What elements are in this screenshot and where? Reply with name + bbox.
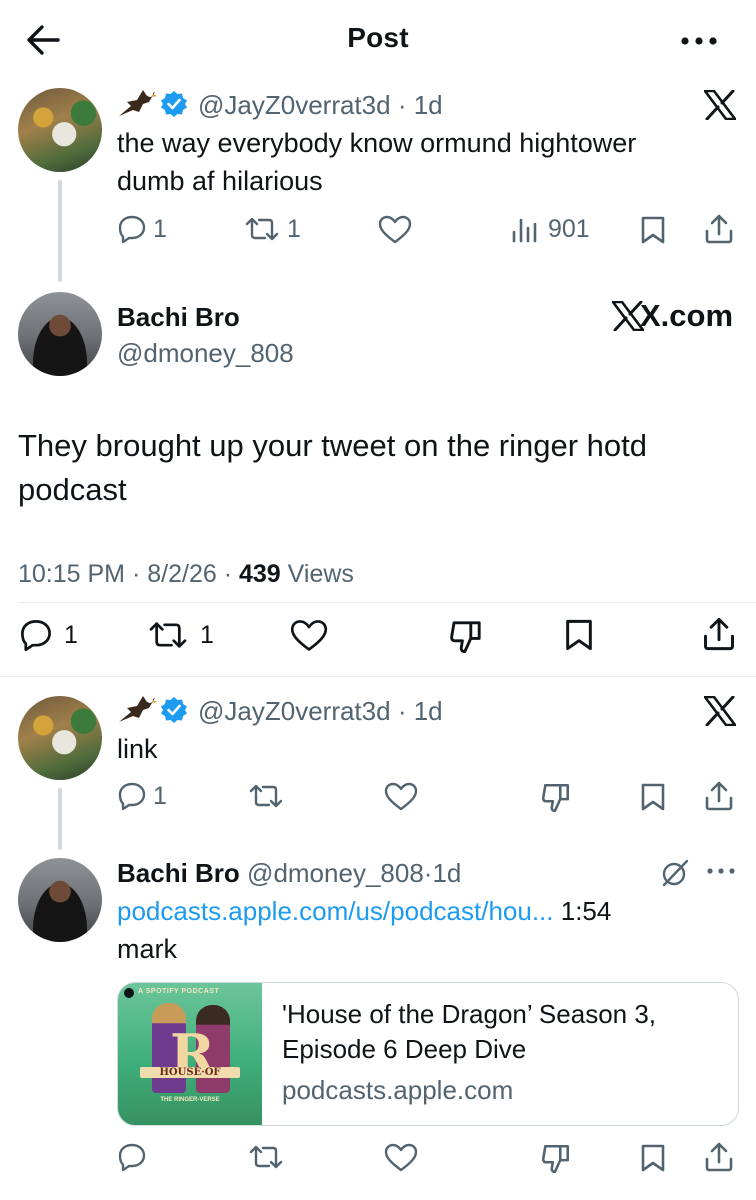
- share-icon[interactable]: [702, 616, 736, 652]
- repost-count: 1: [287, 214, 301, 243]
- avatar[interactable]: [18, 696, 102, 780]
- reply-button[interactable]: 1: [117, 781, 167, 811]
- author-handle[interactable]: @dmoney_808: [117, 338, 294, 369]
- card-title: 'House of the Dragon’ Season 3, Episode …: [282, 999, 657, 1064]
- spotify-logo-icon: [124, 988, 134, 998]
- dislike-icon[interactable]: [540, 781, 572, 813]
- more-options-icon[interactable]: [680, 36, 718, 46]
- grok-icon[interactable]: [660, 858, 690, 888]
- reply-count: 1: [64, 620, 78, 649]
- views-count: 439: [239, 560, 281, 588]
- post-date: 8/2/26: [147, 560, 217, 588]
- repost-icon[interactable]: [247, 1142, 285, 1172]
- reply-icon: [117, 214, 147, 244]
- card-text: 'House of the Dragon’ Season 3, Episode …: [282, 997, 732, 1106]
- page-title: Post: [347, 22, 409, 53]
- reply-button[interactable]: 1: [117, 214, 167, 244]
- reply-count: 1: [153, 214, 167, 243]
- verified-badge-icon: [160, 696, 188, 724]
- repost-icon[interactable]: [247, 781, 285, 811]
- dislike-icon[interactable]: [448, 618, 484, 654]
- cover-sub-label: THE RINGER-VERSE: [160, 1097, 220, 1103]
- like-icon[interactable]: [378, 215, 412, 245]
- more-options-icon[interactable]: [706, 866, 736, 876]
- repost-icon: [243, 214, 281, 244]
- bookmark-icon[interactable]: [564, 618, 594, 652]
- share-icon[interactable]: [704, 213, 734, 245]
- views-icon: [510, 214, 540, 244]
- media-timestamp: 1:54: [560, 896, 612, 926]
- views-button[interactable]: 901: [510, 214, 590, 244]
- post-text: They brought up your tweet on the ringer…: [18, 428, 648, 507]
- eagle-emoji-icon: [117, 692, 157, 726]
- author-handle[interactable]: @JayZ0verrat3d · 1d: [198, 696, 443, 727]
- thread-line: [58, 788, 62, 850]
- bookmark-icon[interactable]: [640, 215, 666, 245]
- tweet-text: link: [117, 734, 158, 764]
- tweet-text: mark: [117, 934, 177, 964]
- divider: [0, 676, 756, 677]
- share-icon[interactable]: [704, 1141, 734, 1173]
- author-handle[interactable]: @JayZ0verrat3d · 1d: [198, 90, 443, 121]
- post-time: 10:15 PM: [18, 560, 126, 588]
- verified-badge-icon: [160, 90, 188, 118]
- thread-line: [58, 180, 62, 282]
- bookmark-icon[interactable]: [640, 782, 666, 812]
- reply-icon: [117, 781, 147, 811]
- post-time: 1d: [432, 858, 462, 888]
- views-count: 901: [548, 214, 590, 243]
- repost-count: 1: [200, 620, 214, 649]
- card-domain: podcasts.apple.com: [282, 1075, 514, 1105]
- eagle-emoji-icon: [117, 86, 157, 120]
- link-preview-card[interactable]: A SPOTIFY PODCAST R HOUSE·OF THE RINGER-…: [117, 982, 739, 1126]
- post-meta: 10:15 PM · 8/2/26 · 439 Views: [18, 560, 354, 588]
- reply-button[interactable]: 1: [18, 618, 78, 652]
- tweet-text: the way everybody know ormund hightower …: [117, 128, 637, 196]
- reply-icon[interactable]: [117, 1142, 147, 1172]
- author-line: Bachi Bro @dmoney_808·1d: [117, 858, 462, 888]
- brand-logo: X.com: [612, 298, 733, 334]
- reply-icon: [18, 618, 54, 652]
- repost-button[interactable]: 1: [146, 618, 214, 652]
- podcast-cover-image: A SPOTIFY PODCAST R HOUSE·OF THE RINGER-…: [118, 983, 262, 1125]
- avatar[interactable]: [18, 858, 102, 942]
- post-link[interactable]: podcasts.apple.com/us/podcast/hou...: [117, 896, 554, 926]
- like-icon[interactable]: [384, 1143, 418, 1173]
- avatar[interactable]: [18, 292, 102, 376]
- views-label: Views: [287, 560, 354, 588]
- like-icon[interactable]: [290, 619, 328, 653]
- author-name[interactable]: Bachi Bro: [117, 858, 240, 888]
- x-logo-icon: [704, 90, 736, 120]
- bookmark-icon[interactable]: [640, 1143, 666, 1173]
- like-icon[interactable]: [384, 782, 418, 812]
- share-icon[interactable]: [704, 780, 734, 812]
- dislike-icon[interactable]: [540, 1142, 572, 1174]
- avatar[interactable]: [18, 88, 102, 172]
- brand-text: X.com: [640, 298, 734, 333]
- repost-button[interactable]: 1: [243, 214, 301, 244]
- author-handle[interactable]: @dmoney_808: [247, 858, 424, 888]
- cover-top-label: A SPOTIFY PODCAST: [138, 988, 220, 995]
- link-line: podcasts.apple.com/us/podcast/hou... 1:5…: [117, 896, 611, 927]
- x-logo-icon: [704, 696, 736, 726]
- cover-banner: HOUSE·OF: [140, 1067, 240, 1078]
- reply-count: 1: [153, 781, 167, 810]
- repost-icon: [146, 618, 190, 652]
- divider: [18, 602, 756, 603]
- author-name[interactable]: Bachi Bro: [117, 302, 240, 333]
